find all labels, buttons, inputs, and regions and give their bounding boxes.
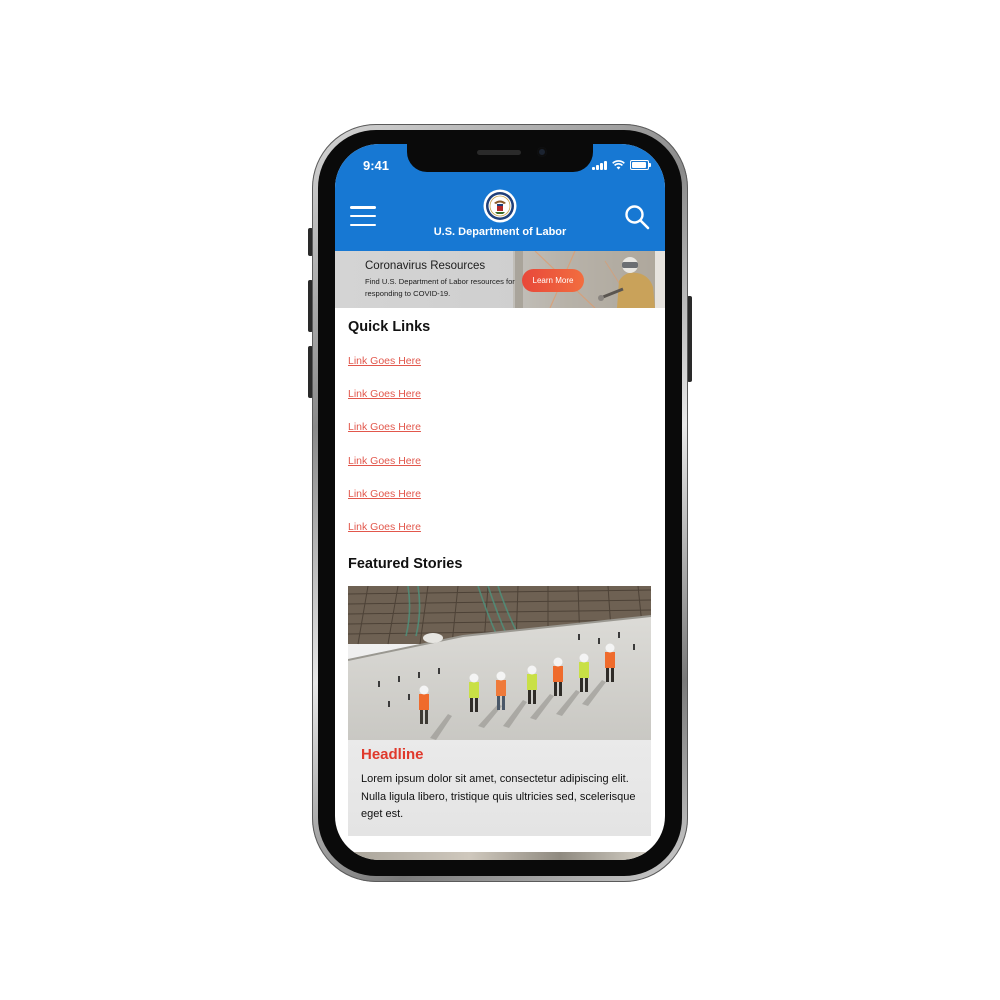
covid-banner: Coronavirus Resources Find U.S. Departme… bbox=[335, 251, 665, 308]
dol-seal-logo bbox=[483, 189, 517, 223]
quick-link-5[interactable]: Link Goes Here bbox=[348, 488, 421, 500]
mockup-stage: 9:41 U.S. Department of Labor Coronaviru… bbox=[0, 0, 1000, 1000]
quick-link-4[interactable]: Link Goes Here bbox=[348, 455, 421, 467]
featured-stories-title: Featured Stories bbox=[348, 556, 463, 572]
banner-text: Find U.S. Department of Labor resources … bbox=[365, 277, 515, 298]
speaker-grille bbox=[477, 150, 521, 155]
phone-screen: 9:41 U.S. Department of Labor Coronaviru… bbox=[335, 144, 665, 860]
featured-story-card[interactable]: Headline Lorem ipsum dolor sit amet, con… bbox=[348, 586, 651, 836]
quick-links-title: Quick Links bbox=[348, 319, 431, 335]
quick-link-6[interactable]: Link Goes Here bbox=[348, 521, 421, 533]
story-body: Lorem ipsum dolor sit amet, consectetur … bbox=[361, 773, 636, 820]
cellular-signal-icon bbox=[592, 160, 607, 170]
story-headline[interactable]: Headline bbox=[361, 746, 424, 763]
search-icon[interactable] bbox=[624, 204, 650, 230]
next-story-image-peek bbox=[348, 852, 651, 860]
status-time: 9:41 bbox=[363, 158, 390, 173]
quick-link-2[interactable]: Link Goes Here bbox=[348, 388, 421, 400]
learn-more-button[interactable]: Learn More bbox=[522, 269, 584, 292]
story-construction-photo bbox=[348, 586, 651, 740]
banner-title: Coronavirus Resources bbox=[365, 260, 486, 272]
phone-notch bbox=[407, 144, 593, 172]
app-header: 9:41 U.S. Department of Labor bbox=[335, 144, 665, 251]
front-camera bbox=[537, 147, 547, 157]
quick-link-3[interactable]: Link Goes Here bbox=[348, 421, 421, 433]
hamburger-menu-icon[interactable] bbox=[350, 206, 376, 226]
battery-icon bbox=[630, 160, 651, 170]
agency-name: U.S. Department of Labor bbox=[433, 226, 567, 238]
status-icons bbox=[592, 160, 651, 170]
wifi-icon bbox=[612, 160, 625, 170]
quick-link-1[interactable]: Link Goes Here bbox=[348, 355, 421, 367]
